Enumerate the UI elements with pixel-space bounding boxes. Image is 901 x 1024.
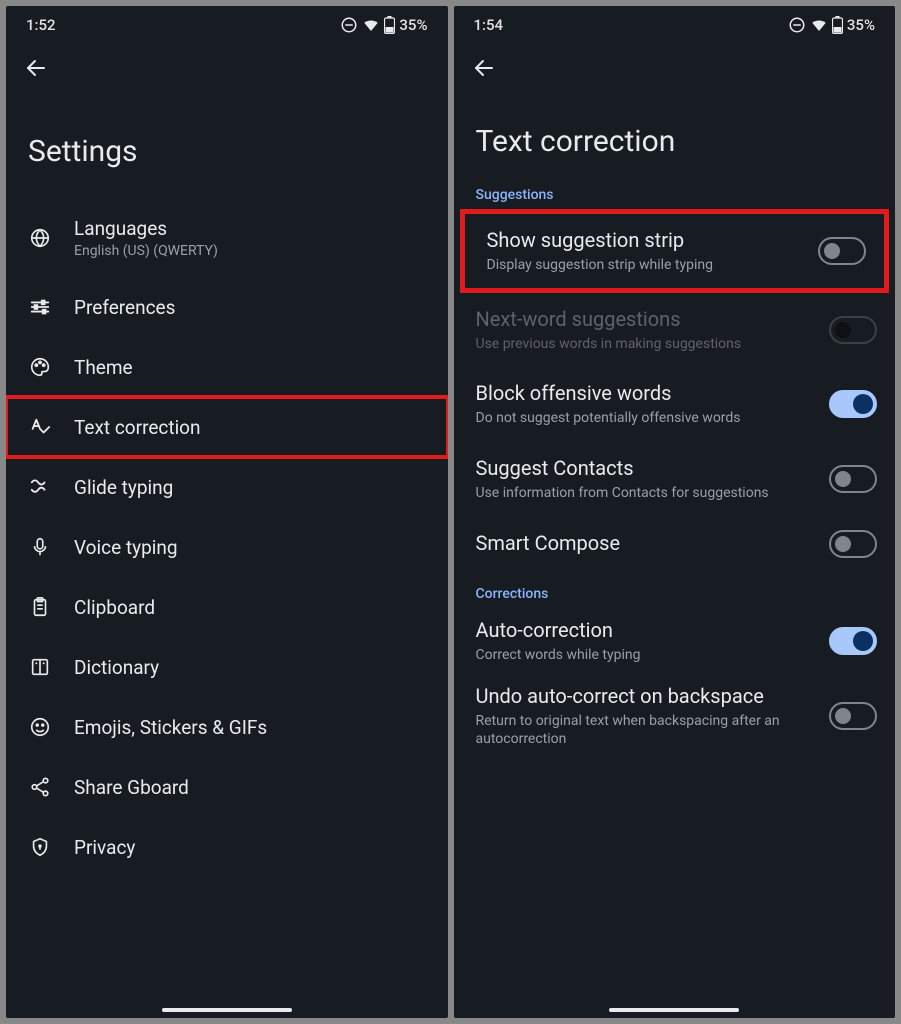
toggle-next-word-suggestions: Next-word suggestions Use previous words… — [454, 293, 896, 367]
book-icon — [28, 655, 52, 679]
toggle-label: Show suggestion strip — [487, 228, 807, 253]
dnd-icon — [788, 16, 806, 34]
text-correction-screen: 1:54 35% Text correction Suggestions Sho… — [454, 6, 896, 1018]
toggle-sublabel: Correct words while typing — [476, 646, 818, 664]
toggle-smart-compose[interactable]: Smart Compose — [454, 516, 896, 572]
item-label: Share Gboard — [74, 776, 426, 799]
back-arrow-icon[interactable] — [24, 56, 48, 80]
toggle-sublabel: Use previous words in making suggestions — [476, 335, 818, 353]
item-text-correction[interactable]: Text correction — [6, 397, 448, 457]
toggle-undo-auto-correct[interactable]: Undo auto-correct on backspace Return to… — [454, 674, 896, 758]
switch-off[interactable] — [829, 702, 877, 730]
switch-off[interactable] — [818, 237, 866, 265]
item-share-gboard[interactable]: Share Gboard — [6, 757, 448, 817]
dnd-icon — [340, 16, 358, 34]
item-label: Text correction — [74, 416, 426, 439]
switch-off[interactable] — [829, 465, 877, 493]
back-arrow-icon[interactable] — [472, 56, 496, 80]
toggle-sublabel: Use information from Contacts for sugges… — [476, 484, 818, 502]
item-label: Theme — [74, 356, 426, 379]
toggle-label: Smart Compose — [476, 531, 818, 556]
wifi-icon — [362, 16, 380, 34]
section-suggestions: Suggestions — [454, 179, 896, 209]
toggle-label: Next-word suggestions — [476, 307, 818, 332]
item-label: Voice typing — [74, 536, 426, 559]
palette-icon — [28, 355, 52, 379]
item-theme[interactable]: Theme — [6, 337, 448, 397]
toggle-sublabel: Display suggestion strip while typing — [487, 256, 807, 274]
shield-icon — [28, 835, 52, 859]
item-preferences[interactable]: Preferences — [6, 277, 448, 337]
status-bar: 1:54 35% — [454, 6, 896, 40]
wifi-icon — [810, 16, 828, 34]
item-label: Emojis, Stickers & GIFs — [74, 716, 426, 739]
settings-screen: 1:52 35% Settings Languages English (US)… — [6, 6, 448, 1018]
item-privacy[interactable]: Privacy — [6, 817, 448, 863]
item-glide-typing[interactable]: Glide typing — [6, 457, 448, 517]
section-corrections: Corrections — [454, 572, 896, 608]
battery-percent: 35% — [399, 16, 427, 34]
page-title: Settings — [6, 94, 448, 199]
gesture-icon — [28, 475, 52, 499]
toggle-sublabel: Return to original text when backspacing… — [476, 712, 818, 748]
item-voice-typing[interactable]: Voice typing — [6, 517, 448, 577]
item-label: Preferences — [74, 296, 426, 319]
tune-icon — [28, 295, 52, 319]
item-label: Privacy — [74, 836, 426, 859]
toggle-label: Suggest Contacts — [476, 456, 818, 481]
toggle-label: Auto-correction — [476, 618, 818, 643]
toggle-block-offensive-words[interactable]: Block offensive words Do not suggest pot… — [454, 367, 896, 441]
switch-on[interactable] — [829, 390, 877, 418]
status-icons: 35% — [788, 16, 875, 34]
item-emojis[interactable]: Emojis, Stickers & GIFs — [6, 697, 448, 757]
battery-percent: 35% — [847, 16, 875, 34]
toggle-label: Block offensive words — [476, 381, 818, 406]
status-bar: 1:52 35% — [6, 6, 448, 40]
toggle-show-suggestion-strip[interactable]: Show suggestion strip Display suggestion… — [465, 214, 885, 288]
toggle-suggest-contacts[interactable]: Suggest Contacts Use information from Co… — [454, 442, 896, 516]
switch-disabled — [829, 316, 877, 344]
item-label: Dictionary — [74, 656, 426, 679]
page-title: Text correction — [454, 94, 896, 179]
status-time: 1:54 — [474, 16, 504, 34]
item-languages[interactable]: Languages English (US) (QWERTY) — [6, 199, 448, 277]
item-sublabel: English (US) (QWERTY) — [74, 243, 426, 259]
switch-on[interactable] — [829, 627, 877, 655]
globe-icon — [28, 226, 52, 250]
battery-icon — [384, 16, 395, 34]
settings-list: Languages English (US) (QWERTY) Preferen… — [6, 199, 448, 863]
item-label: Languages — [74, 217, 426, 240]
emoji-icon — [28, 715, 52, 739]
nav-handle[interactable] — [609, 1008, 739, 1012]
toggle-sublabel: Do not suggest potentially offensive wor… — [476, 409, 818, 427]
item-clipboard[interactable]: Clipboard — [6, 577, 448, 637]
share-icon — [28, 775, 52, 799]
item-label: Glide typing — [74, 476, 426, 499]
spellcheck-icon — [28, 415, 52, 439]
status-time: 1:52 — [26, 16, 56, 34]
toggle-auto-correction[interactable]: Auto-correction Correct words while typi… — [454, 608, 896, 674]
clipboard-icon — [28, 595, 52, 619]
item-label: Clipboard — [74, 596, 426, 619]
nav-handle[interactable] — [162, 1008, 292, 1012]
status-icons: 35% — [340, 16, 427, 34]
item-dictionary[interactable]: Dictionary — [6, 637, 448, 697]
switch-off[interactable] — [829, 530, 877, 558]
toggle-label: Undo auto-correct on backspace — [476, 684, 818, 709]
mic-icon — [28, 535, 52, 559]
battery-icon — [832, 16, 843, 34]
